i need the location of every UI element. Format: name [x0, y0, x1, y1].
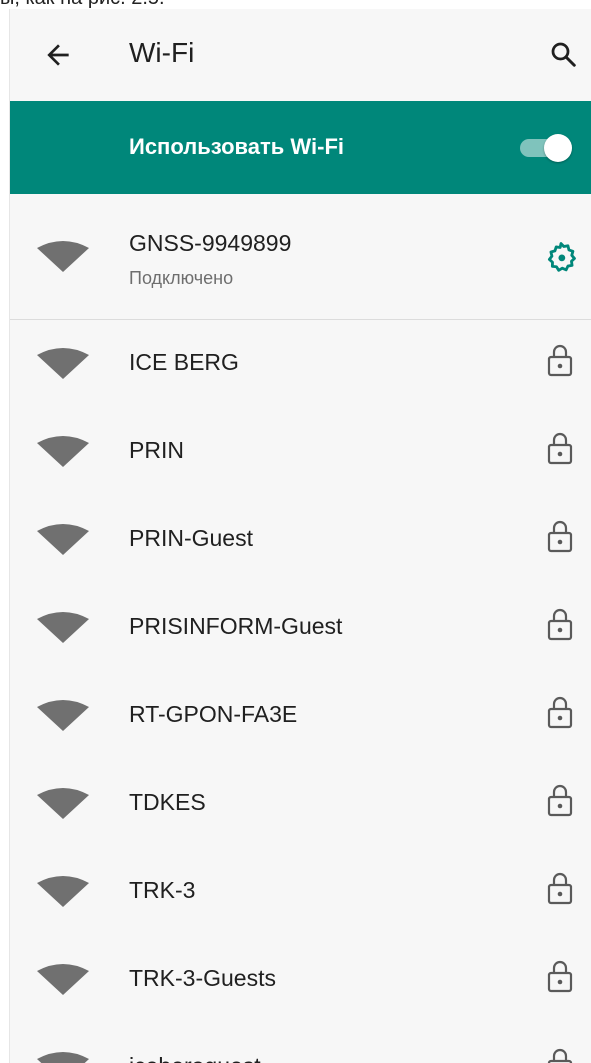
- wifi-switch[interactable]: [516, 134, 572, 162]
- lock-icon: [547, 872, 573, 905]
- lock-icon: [547, 344, 573, 377]
- wifi-signal-icon: [37, 524, 89, 555]
- gear-icon[interactable]: [544, 240, 578, 274]
- network-list-item[interactable]: RT-GPON-FA3E: [10, 671, 591, 759]
- lock-icon: [547, 784, 573, 817]
- network-list-item[interactable]: TRK-3-Guests: [10, 935, 591, 1023]
- wifi-signal-icon: [37, 612, 89, 643]
- lock-icon: [547, 1048, 573, 1063]
- network-name: RT-GPON-FA3E: [129, 701, 298, 727]
- connected-network-name: GNSS-9949899: [129, 230, 292, 256]
- connected-network-status: Подключено: [129, 268, 234, 288]
- network-list-item[interactable]: TDKES: [10, 759, 591, 847]
- lock-icon: [547, 520, 573, 553]
- wifi-signal-icon: [37, 436, 89, 467]
- network-name: PRIN-Guest: [129, 525, 253, 551]
- network-name: ICE BERG: [129, 349, 239, 375]
- switch-thumb: [544, 134, 572, 162]
- network-list-item[interactable]: PRISINFORM-Guest: [10, 583, 591, 671]
- network-name: TDKES: [129, 789, 206, 815]
- app-bar: Wi-Fi: [10, 9, 591, 101]
- wifi-signal-icon: [37, 1052, 89, 1063]
- connected-network-row[interactable]: GNSS-9949899 Подключено: [10, 194, 591, 319]
- network-name: PRIN: [129, 437, 184, 463]
- wifi-signal-icon: [37, 964, 89, 995]
- network-list-item[interactable]: iceberaguest: [10, 1023, 591, 1063]
- network-name: TRK-3: [129, 877, 196, 903]
- network-name: PRISINFORM-Guest: [129, 613, 343, 639]
- wifi-signal-icon: [37, 788, 89, 819]
- lock-icon: [547, 608, 573, 641]
- lock-icon: [547, 696, 573, 729]
- arrow-back-icon[interactable]: [42, 39, 74, 71]
- network-list-item[interactable]: PRIN: [10, 407, 591, 495]
- use-wifi-toggle-row[interactable]: Использовать Wi-Fi: [10, 101, 591, 194]
- network-list-item[interactable]: PRIN-Guest: [10, 495, 591, 583]
- lock-icon: [547, 960, 573, 993]
- network-list-item[interactable]: ICE BERG: [10, 319, 591, 407]
- wifi-signal-icon: [37, 700, 89, 731]
- search-icon[interactable]: [548, 39, 578, 69]
- wifi-signal-icon: [37, 348, 89, 379]
- wifi-settings-screen: Wi-Fi Использовать Wi-Fi GNSS-9949899 По…: [9, 9, 591, 1063]
- network-list-item[interactable]: TRK-3: [10, 847, 591, 935]
- page-title: Wi-Fi: [129, 37, 195, 68]
- wifi-signal-icon: [37, 876, 89, 907]
- network-name: iceberaguest: [129, 1053, 261, 1063]
- lock-icon: [547, 432, 573, 465]
- document-caption: ы, как на рис. 2.5.: [0, 0, 165, 9]
- network-name: TRK-3-Guests: [129, 965, 276, 991]
- use-wifi-label: Использовать Wi-Fi: [129, 134, 344, 159]
- wifi-signal-icon: [37, 241, 89, 272]
